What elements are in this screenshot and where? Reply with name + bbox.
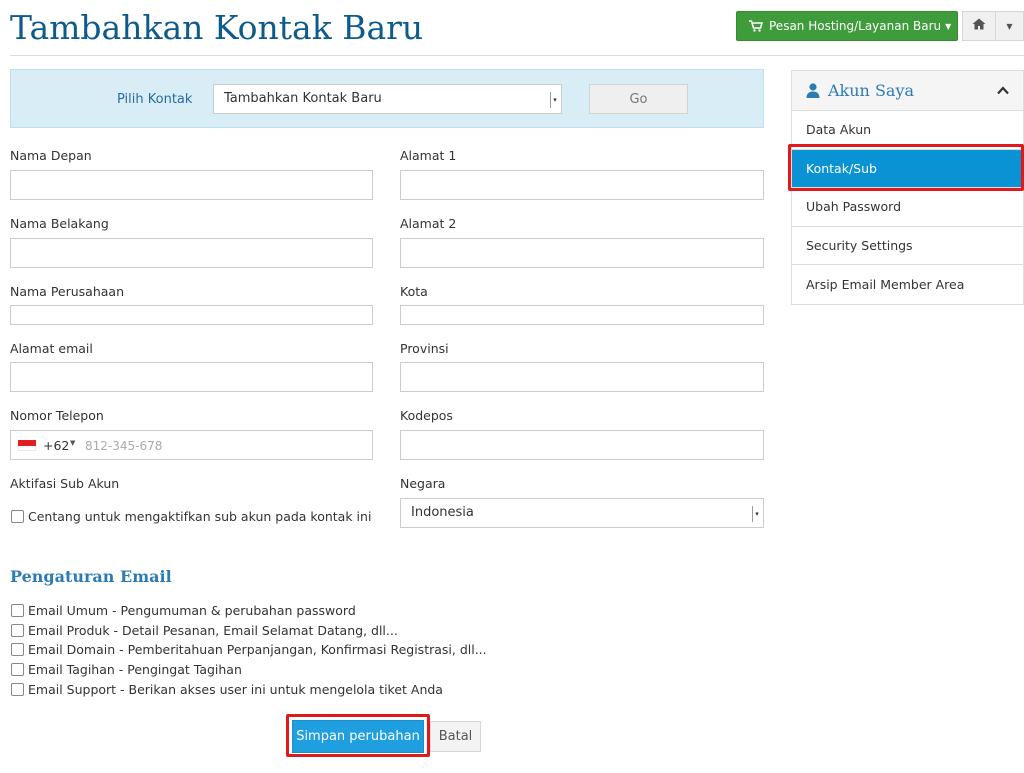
email-input[interactable] xyxy=(10,362,373,392)
phone-label: Nomor Telepon xyxy=(10,408,104,423)
email-settings-title: Pengaturan Email xyxy=(10,567,172,586)
subaccount-checkbox-label: Centang untuk mengaktifkan sub akun pada… xyxy=(28,509,372,524)
email-option-label: Email Produk - Detail Pesanan, Email Sel… xyxy=(28,623,398,638)
subaccount-label: Aktifasi Sub Akun xyxy=(10,476,120,491)
indonesia-flag-icon[interactable] xyxy=(18,440,36,451)
caret-down-icon: ▼ xyxy=(945,21,952,31)
email-option-label: Email Domain - Pemberitahuan Perpanjanga… xyxy=(28,642,487,657)
page-title: Tambahkan Kontak Baru xyxy=(10,8,424,47)
title-divider xyxy=(10,55,1024,56)
email-option-label: Email Support - Berikan akses user ini u… xyxy=(28,682,443,697)
email-support-checkbox[interactable] xyxy=(11,683,24,696)
email-option-label: Email Tagihan - Pengingat Tagihan xyxy=(28,662,242,677)
phone-placeholder: 812-345-678 xyxy=(85,439,163,453)
address2-input[interactable] xyxy=(400,238,764,268)
first-name-input[interactable] xyxy=(10,170,373,200)
email-invoice-checkbox[interactable] xyxy=(11,663,24,676)
country-select[interactable]: Indonesia ▾ xyxy=(400,498,764,528)
company-input[interactable] xyxy=(10,305,373,325)
select-arrow-icon: ▾ xyxy=(752,506,761,522)
home-dropdown-button[interactable]: ▼ xyxy=(996,11,1024,41)
select-arrow-icon: ▾ xyxy=(550,92,559,108)
sidebar-item-ubah-password[interactable]: Ubah Password xyxy=(792,188,1023,227)
sidebar-highlight-box xyxy=(788,144,1024,191)
state-input[interactable] xyxy=(400,362,764,392)
postcode-label: Kodepos xyxy=(400,408,453,423)
first-name-label: Nama Depan xyxy=(10,148,92,163)
subaccount-checkbox[interactable] xyxy=(11,510,24,523)
address1-label: Alamat 1 xyxy=(400,148,457,163)
order-hosting-label: Pesan Hosting/Layanan Baru xyxy=(769,19,942,33)
save-highlight-box xyxy=(286,714,430,757)
sidebar-title: Akun Saya xyxy=(828,81,915,100)
sidebar-item-arsip-email[interactable]: Arsip Email Member Area xyxy=(792,265,1023,304)
sidebar-header[interactable]: Akun Saya xyxy=(792,71,1023,111)
contact-select[interactable]: Tambahkan Kontak Baru ▾ xyxy=(213,84,562,114)
cancel-button[interactable]: Batal xyxy=(430,721,481,752)
order-hosting-button[interactable]: Pesan Hosting/Layanan Baru ▼ xyxy=(736,11,958,41)
user-icon xyxy=(806,83,820,102)
country-select-value: Indonesia xyxy=(411,505,474,520)
contact-picker-bar: Pilih Kontak Tambahkan Kontak Baru ▾ Go xyxy=(10,69,764,128)
chevron-up-icon[interactable] xyxy=(997,84,1009,99)
last-name-input[interactable] xyxy=(10,238,373,268)
email-label: Alamat email xyxy=(10,341,93,356)
home-button[interactable] xyxy=(962,11,996,41)
country-label: Negara xyxy=(400,476,446,491)
city-label: Kota xyxy=(400,284,428,299)
caret-down-icon: ▼ xyxy=(70,439,76,447)
address2-label: Alamat 2 xyxy=(400,216,457,231)
home-icon xyxy=(972,18,986,34)
phone-input[interactable]: +62 ▼ 812-345-678 xyxy=(10,430,373,460)
go-button[interactable]: Go xyxy=(589,84,688,114)
contact-select-value: Tambahkan Kontak Baru xyxy=(224,91,382,106)
email-general-checkbox[interactable] xyxy=(11,604,24,617)
email-domain-checkbox[interactable] xyxy=(11,643,24,656)
state-label: Provinsi xyxy=(400,341,449,356)
sidebar-item-security-settings[interactable]: Security Settings xyxy=(792,227,1023,265)
caret-down-icon: ▼ xyxy=(1006,21,1013,31)
phone-country-code[interactable]: +62 xyxy=(43,438,69,453)
email-option-label: Email Umum - Pengumuman & perubahan pass… xyxy=(28,603,356,618)
cart-icon xyxy=(749,20,763,32)
postcode-input[interactable] xyxy=(400,430,764,460)
address1-input[interactable] xyxy=(400,170,764,200)
city-input[interactable] xyxy=(400,305,764,325)
last-name-label: Nama Belakang xyxy=(10,216,109,231)
email-product-checkbox[interactable] xyxy=(11,624,24,637)
contact-picker-label: Pilih Kontak xyxy=(117,92,193,107)
company-label: Nama Perusahaan xyxy=(10,284,125,299)
